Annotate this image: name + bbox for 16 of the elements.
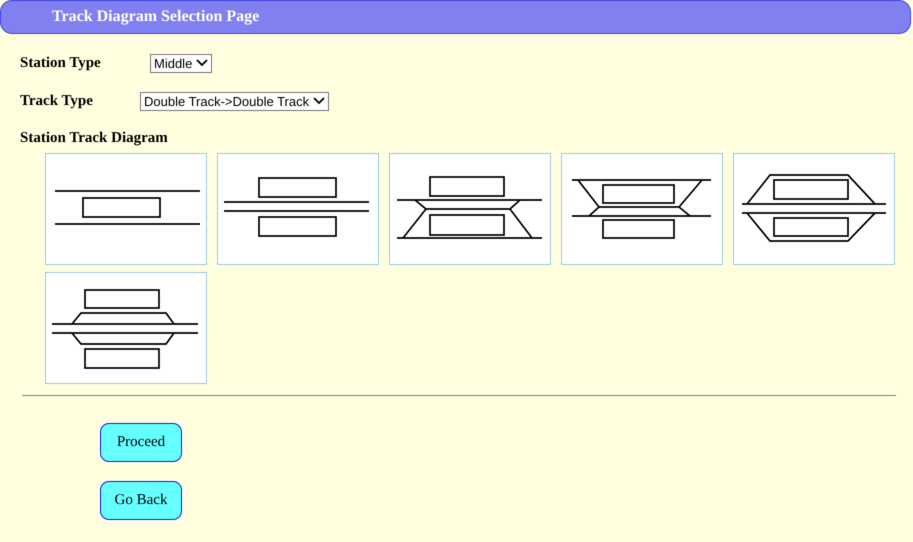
diagram-option[interactable] <box>389 153 551 265</box>
chevron-down-icon <box>196 59 208 67</box>
chevron-down-icon <box>313 97 326 105</box>
action-button[interactable]: Proceed <box>100 423 182 462</box>
field-label: Station Type <box>20 54 102 72</box>
diagram-option[interactable] <box>561 153 723 265</box>
diagram-option[interactable] <box>217 153 379 265</box>
action-button[interactable]: Go Back <box>100 481 182 520</box>
dropdown[interactable]: Double Track->Double Track <box>140 92 330 110</box>
field-label: Track Type <box>20 92 94 110</box>
dropdown[interactable]: Middle <box>150 54 212 72</box>
diagram-option[interactable] <box>45 153 207 265</box>
diagram-option[interactable] <box>45 272 207 384</box>
diagram-option[interactable] <box>733 153 895 265</box>
page-title: Track Diagram Selection Page <box>52 8 260 26</box>
section-title: Station Track Diagram <box>20 129 169 148</box>
